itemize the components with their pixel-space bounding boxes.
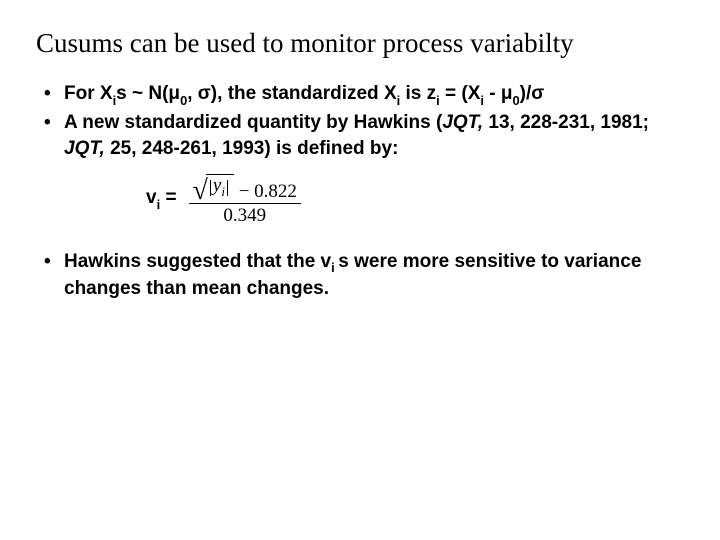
formula-denominator: 0.349 (219, 204, 270, 227)
formula-lhs: vi = (146, 187, 177, 211)
b1-mid1: s ~ N(μ (116, 83, 180, 104)
b1-sub5: i (480, 93, 484, 108)
sqrt: √ yi (193, 174, 234, 199)
b2-jqt2: JQT, (64, 138, 105, 159)
b1-mid4: = (X (440, 83, 481, 104)
b3-p1: Hawkins suggested that the v (64, 251, 331, 272)
radicand: yi (206, 174, 234, 199)
b1-mid2: , σ), the standardized X (187, 83, 396, 104)
b2-p1: A new standardized quantity by Hawkins ( (64, 112, 442, 133)
b1-pre: For X (64, 83, 113, 104)
b3-sub1: i (331, 260, 338, 275)
formula-numerator: √ yi − 0.822 (189, 172, 301, 203)
b1-mid3: is z (400, 83, 436, 104)
f-eq: = (160, 187, 176, 208)
b1-sub6: 0 (512, 93, 519, 108)
f-const: − 0.822 (239, 181, 297, 202)
bullet-item-2: A new standardized quantity by Hawkins (… (36, 110, 684, 161)
bullet-item-3: Hawkins suggested that the vi s were mor… (36, 249, 684, 302)
b1-sub1: i (113, 93, 117, 108)
f-v: v (146, 187, 157, 208)
bullet-list-2: Hawkins suggested that the vi s were mor… (36, 249, 684, 302)
bullet-list: For Xis ~ N(μ0, σ), the standardized Xi … (36, 81, 684, 162)
b1-tail: )/σ (520, 83, 545, 104)
bullet-item-1: For Xis ~ N(μ0, σ), the standardized Xi … (36, 81, 684, 108)
b2-p3: 25, 248-261, 1993) is defined by: (105, 138, 399, 159)
formula: vi = √ yi − 0.822 0.349 (36, 172, 684, 227)
b1-mid5: - μ (484, 83, 513, 104)
b1-text: For Xis ~ N(μ0, σ), the standardized Xi … (64, 83, 544, 104)
b1-sub2: 0 (180, 93, 187, 108)
radical-icon: √ (193, 181, 208, 201)
b1-sub3: i (397, 93, 401, 108)
f-i: i (157, 197, 161, 212)
abs-bar-right (227, 180, 228, 196)
b2-jqt1: JQT, (442, 112, 483, 133)
slide: Cusums can be used to monitor process va… (0, 0, 720, 540)
yi-i: i (221, 184, 225, 199)
formula-fraction: √ yi − 0.822 0.349 (189, 172, 301, 227)
yi: yi (213, 176, 225, 199)
b2-p2: 13, 228-231, 1981; (483, 112, 649, 133)
b1-sub4: i (436, 93, 440, 108)
abs-bar-left (210, 180, 211, 196)
b3-text: Hawkins suggested that the vi s were mor… (64, 251, 641, 299)
b2-text: A new standardized quantity by Hawkins (… (64, 112, 649, 159)
slide-title: Cusums can be used to monitor process va… (36, 28, 684, 59)
